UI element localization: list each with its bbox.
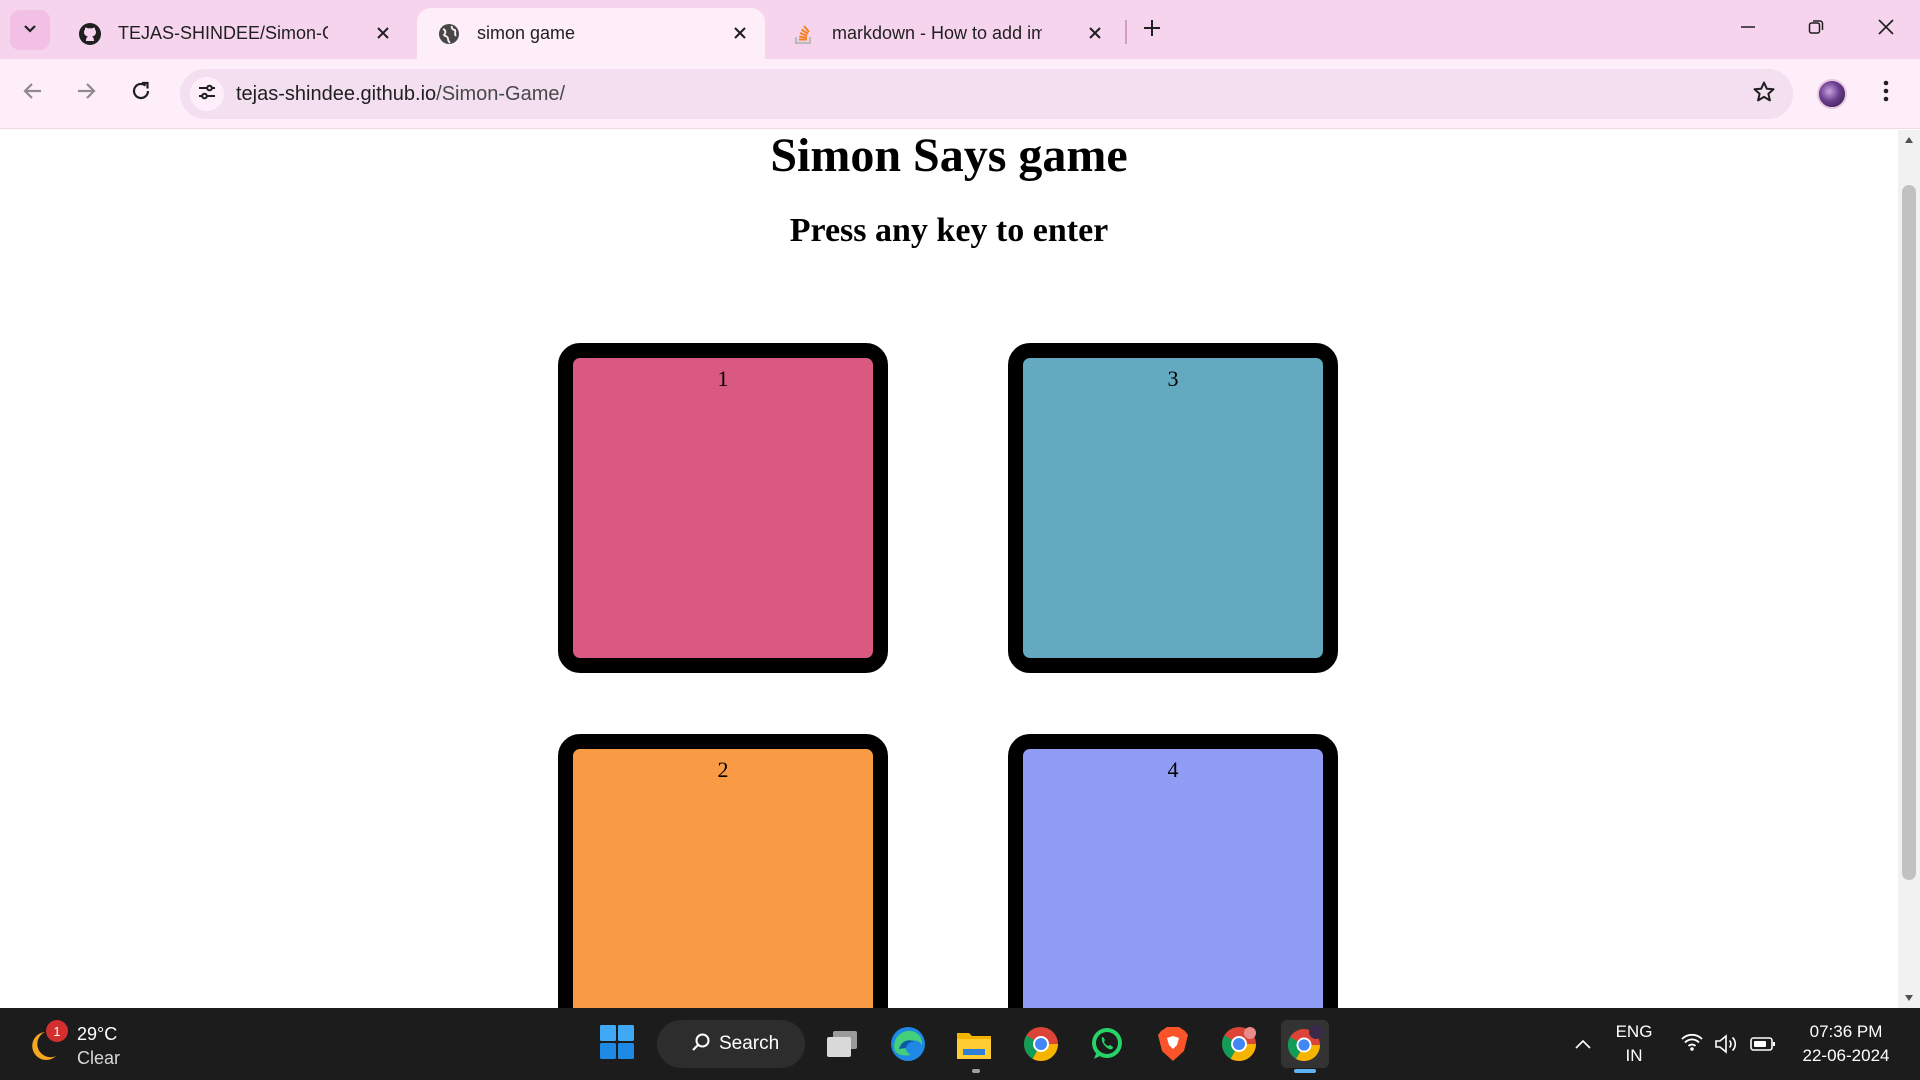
address-bar[interactable]: tejas-shindee.github.io/Simon-Game/ xyxy=(180,69,1793,119)
weather-widget[interactable]: 1 29°C Clear xyxy=(28,1020,148,1068)
button-number: 3 xyxy=(1167,366,1179,391)
page-subtitle: Press any key to enter xyxy=(789,212,1109,249)
github-icon xyxy=(78,22,102,46)
bookmark-star-button[interactable] xyxy=(1751,81,1777,107)
stackoverflow-icon xyxy=(792,22,816,46)
page-viewport: Simon Says game Press any key to enter 1… xyxy=(0,130,1898,1008)
close-icon[interactable] xyxy=(372,22,394,44)
url-host: tejas-shindee.github.io xyxy=(236,83,437,105)
active-app-indicator xyxy=(1294,1069,1316,1073)
clock-time[interactable]: 07:36 PM xyxy=(1792,1022,1900,1042)
tab-divider xyxy=(1125,20,1127,44)
scroll-up-arrow-icon[interactable] xyxy=(1903,134,1915,146)
tab-search-button[interactable] xyxy=(10,10,50,50)
close-icon[interactable] xyxy=(729,22,751,44)
language-code[interactable]: ENG xyxy=(1612,1022,1656,1042)
close-icon xyxy=(1877,18,1895,41)
globe-icon xyxy=(437,22,461,46)
edge-browser-icon[interactable] xyxy=(884,1020,932,1068)
tab-simon-game[interactable]: simon game xyxy=(417,8,765,59)
tab-title: markdown - How to add image… xyxy=(832,23,1042,43)
restore-icon xyxy=(1808,19,1824,40)
tab-github[interactable]: TEJAS-SHINDEE/Simon-Game: … xyxy=(58,8,408,59)
chrome-icon[interactable] xyxy=(1017,1020,1065,1068)
site-info-button[interactable] xyxy=(190,77,224,111)
taskbar-search[interactable]: Search xyxy=(657,1020,805,1068)
task-view-icon[interactable] xyxy=(818,1020,866,1068)
close-window-button[interactable] xyxy=(1852,0,1920,59)
chrome-profile-icon[interactable] xyxy=(1215,1020,1263,1068)
search-icon xyxy=(691,1032,711,1057)
windows-taskbar: 1 29°C Clear Search ENG IN 07:36 PM 22-0… xyxy=(0,1008,1920,1080)
url-path: /Simon-Game/ xyxy=(436,83,566,105)
running-indicator xyxy=(972,1069,980,1073)
tab-title: simon game xyxy=(477,23,576,43)
tune-icon xyxy=(197,82,217,107)
profile-avatar[interactable] xyxy=(1817,79,1847,109)
arrow-right-icon xyxy=(75,80,97,107)
tab-stackoverflow[interactable]: markdown - How to add image… xyxy=(772,8,1120,59)
chevron-up-icon[interactable] xyxy=(1559,1020,1607,1068)
simon-button-3[interactable]: 3 xyxy=(1008,343,1338,673)
battery-icon[interactable] xyxy=(1740,1020,1786,1068)
simon-button-1[interactable]: 1 xyxy=(558,343,888,673)
back-button[interactable] xyxy=(13,73,53,113)
region-code[interactable]: IN xyxy=(1612,1046,1656,1066)
new-tab-button[interactable] xyxy=(1136,14,1168,46)
weather-condition: Clear xyxy=(77,1048,121,1068)
tab-strip: TEJAS-SHINDEE/Simon-Game: … simon game m… xyxy=(0,0,1920,59)
vertical-scrollbar[interactable] xyxy=(1898,130,1920,1008)
arrow-left-icon xyxy=(22,80,44,107)
chevron-down-icon xyxy=(22,20,38,41)
brave-browser-icon[interactable] xyxy=(1149,1020,1197,1068)
scroll-down-arrow-icon[interactable] xyxy=(1903,992,1915,1004)
button-number: 4 xyxy=(1167,757,1179,782)
windows-logo-icon xyxy=(599,1024,635,1065)
close-icon[interactable] xyxy=(1084,22,1106,44)
page-title: Simon Says game xyxy=(770,130,1128,182)
forward-button[interactable] xyxy=(66,73,106,113)
restore-button[interactable] xyxy=(1782,0,1850,59)
button-number: 2 xyxy=(717,757,729,782)
tab-title: TEJAS-SHINDEE/Simon-Game: … xyxy=(118,23,328,43)
simon-button-4[interactable]: 4 xyxy=(1008,734,1338,1008)
weather-temperature: 29°C xyxy=(77,1024,118,1044)
button-number: 1 xyxy=(717,366,729,391)
search-label: Search xyxy=(719,1033,780,1054)
plus-icon xyxy=(1143,19,1161,42)
more-vertical-icon xyxy=(1883,80,1889,107)
minimize-button[interactable] xyxy=(1714,0,1782,59)
reload-button[interactable] xyxy=(121,73,161,113)
browser-toolbar: tejas-shindee.github.io/Simon-Game/ xyxy=(0,59,1920,129)
chrome-active-icon[interactable] xyxy=(1281,1020,1329,1068)
browser-menu-button[interactable] xyxy=(1868,73,1904,113)
reload-icon xyxy=(130,80,152,107)
url-text[interactable]: tejas-shindee.github.io/Simon-Game/ xyxy=(236,83,565,106)
file-explorer-icon[interactable] xyxy=(950,1020,998,1068)
wifi-icon xyxy=(1680,1032,1704,1057)
simon-button-2[interactable]: 2 xyxy=(558,734,888,1008)
start-button[interactable] xyxy=(593,1020,641,1068)
scrollbar-thumb[interactable] xyxy=(1902,185,1916,880)
notification-badge: 1 xyxy=(46,1020,68,1042)
star-icon xyxy=(1752,80,1776,109)
clock-date[interactable]: 22-06-2024 xyxy=(1792,1046,1900,1066)
whatsapp-icon[interactable] xyxy=(1083,1020,1131,1068)
minimize-icon xyxy=(1740,19,1756,40)
